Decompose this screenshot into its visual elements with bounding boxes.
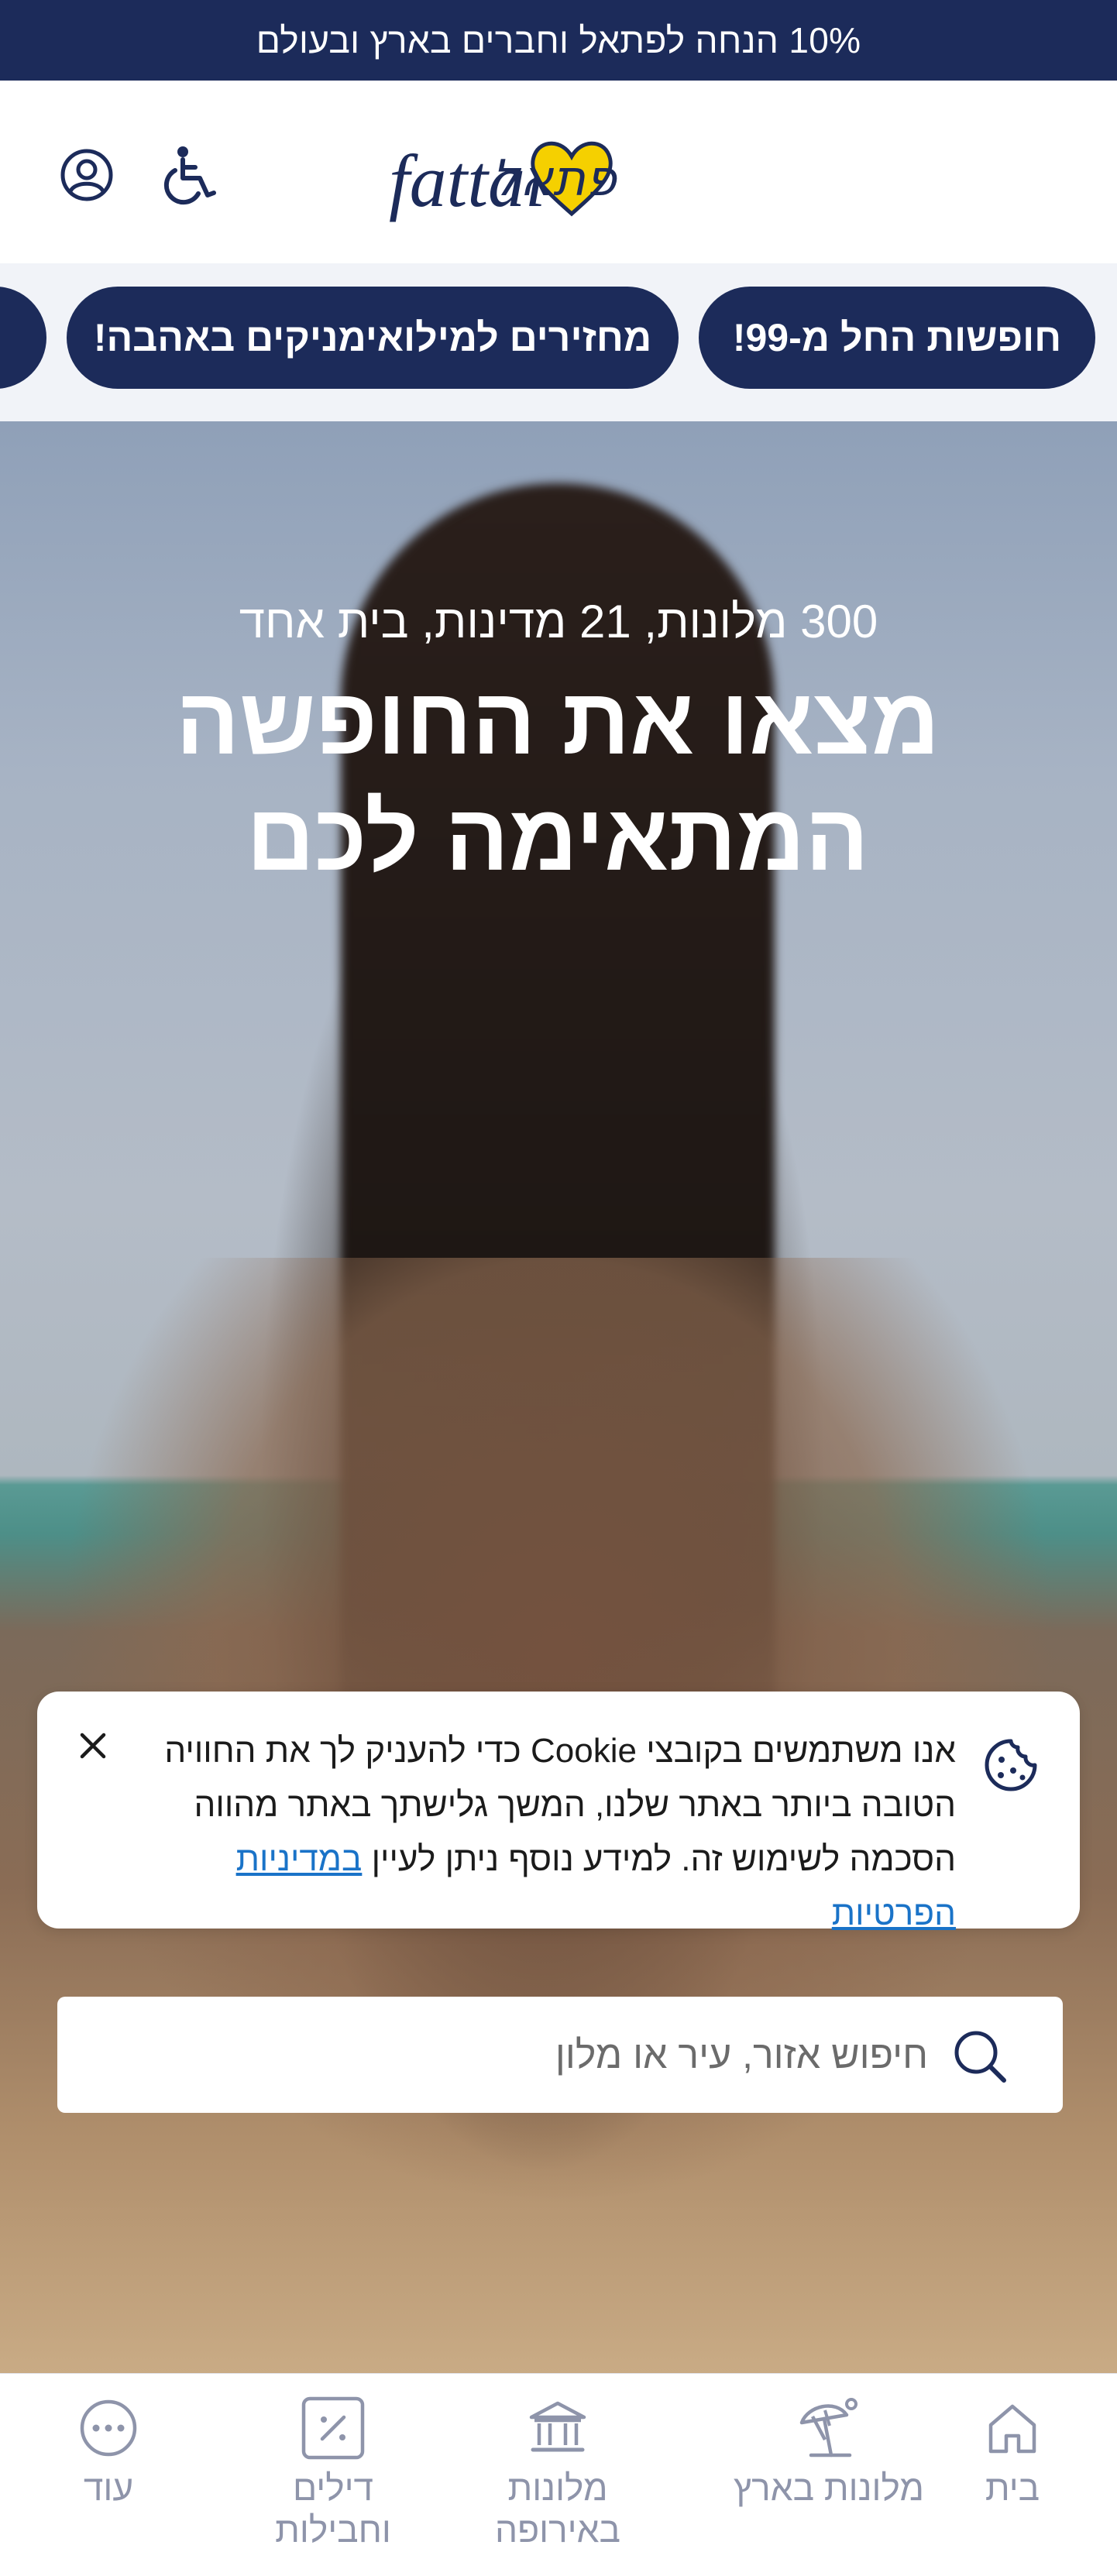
- nav-label-deals: דילים וחבילות: [275, 2468, 391, 2550]
- accessibility-icon: [163, 146, 216, 205]
- discount-tag-icon: [297, 2392, 369, 2464]
- account-button[interactable]: [54, 143, 119, 208]
- cookie-message: אנו משתמשים בקובצי Cookie כדי להעניק לך …: [135, 1724, 956, 1941]
- cookie-banner: אנו משתמשים בקובצי Cookie כדי להעניק לך …: [37, 1692, 1080, 1932]
- cookie-close-button[interactable]: [70, 1722, 116, 1769]
- search-placeholder: חיפוש אזור, עיר או מלון: [555, 2033, 928, 2076]
- bottom-navigation: בית מלונות בארץ מלונות באירופה דילים וחב…: [0, 2373, 1117, 2576]
- hero-subtitle: 300 מלונות, 21 מדינות, בית אחד: [239, 596, 878, 647]
- close-icon: [80, 1733, 106, 1759]
- site-header: fattal פתאל: [0, 81, 1117, 263]
- promo-chips-strip[interactable]: חופשות החל מ-99! מחזירים למילואימניקים ב…: [0, 263, 1117, 421]
- nav-label-more: עוד: [83, 2468, 134, 2508]
- search-input[interactable]: חיפוש אזור, עיר או מלון: [57, 1997, 1063, 2113]
- chip-partial[interactable]: [0, 287, 46, 389]
- cookie-icon: [985, 1739, 1037, 1791]
- building-columns-icon: [522, 2392, 593, 2464]
- chip-reservists[interactable]: מחזירים למילואימניקים באהבה!: [67, 287, 679, 389]
- hero-title: מצאו את החופשה המתאימה לכם: [175, 668, 940, 890]
- home-icon: [977, 2392, 1048, 2464]
- more-dots-icon: [73, 2392, 144, 2464]
- nav-label-hotels-europe: מלונות באירופה: [494, 2468, 621, 2550]
- svg-text:פתאל: פתאל: [492, 150, 618, 208]
- account-icon: [60, 149, 113, 201]
- nav-label-home: בית: [985, 2468, 1040, 2508]
- promo-text: 10% הנחה לפתאל וחברים בארץ ובעולם: [256, 20, 861, 60]
- nav-item-hotels-europe[interactable]: מלונות באירופה: [465, 2374, 651, 2576]
- search-icon: [954, 2031, 1006, 2083]
- nav-item-deals[interactable]: דילים וחבילות: [256, 2374, 411, 2576]
- chip-holidays-from-99[interactable]: חופשות החל מ-99!: [699, 287, 1095, 389]
- nav-item-hotels-israel[interactable]: מלונות בארץ: [682, 2374, 976, 2576]
- fattal-logo[interactable]: fattal פתאל: [380, 115, 744, 231]
- nav-item-more[interactable]: עוד: [46, 2374, 170, 2576]
- nav-label-hotels-israel: מלונות בארץ: [733, 2468, 925, 2508]
- beach-umbrella-icon: [793, 2392, 864, 2464]
- promo-bar[interactable]: 10% הנחה לפתאל וחברים בארץ ובעולם: [0, 0, 1117, 81]
- accessibility-button[interactable]: [155, 139, 226, 211]
